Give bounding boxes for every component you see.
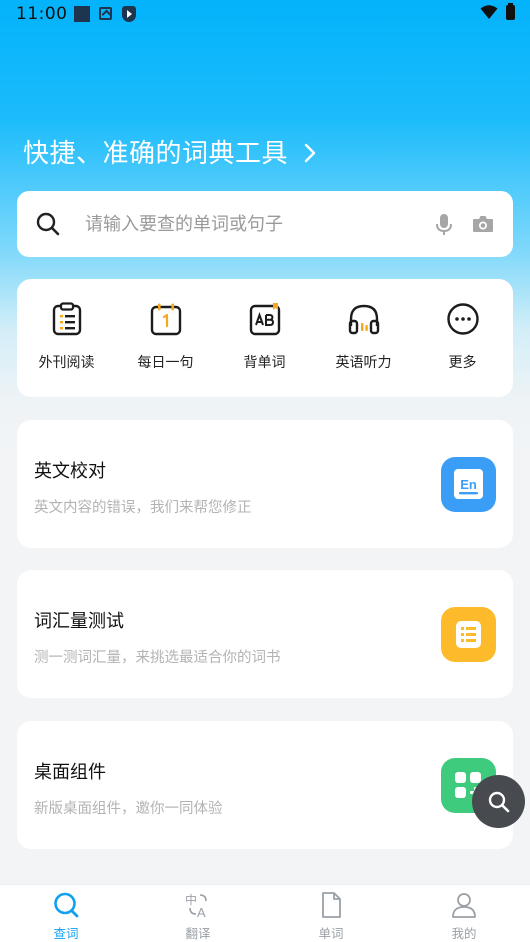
list-icon [441,607,496,662]
quick-action-listening[interactable]: 英语听力 [314,279,413,397]
microphone-icon[interactable] [434,213,454,237]
svg-text:A: A [197,905,206,919]
ab-card-icon [249,303,281,336]
feature-card-title: 桌面组件 [34,762,106,783]
quick-action-more[interactable]: 更多 [413,279,512,397]
wifi-icon [480,5,498,19]
quick-action-label: 每日一句 [137,355,194,371]
nav-tab-label: 单词 [318,926,344,941]
en-document-icon: En [441,457,496,512]
home-screen: 11:00 快捷、准确的词典工具 请输入要查的单词或句子 外刊阅读 每日一句 背… [0,0,530,942]
quick-action-vocabulary[interactable]: 背单词 [215,279,314,397]
nav-tab-label: 我的 [451,926,477,941]
nav-tab-words[interactable]: 单词 [265,885,397,942]
quick-action-label: 更多 [448,355,477,371]
svg-text:En: En [460,477,477,492]
nav-tab-lookup[interactable]: 查词 [0,885,132,942]
quick-action-daily-sentence[interactable]: 每日一句 [116,279,215,397]
notification-square-icon [74,6,90,22]
notification-play-icon [122,6,136,22]
camera-icon[interactable] [472,214,494,234]
feature-card-desktop-widget[interactable]: 桌面组件 新版桌面组件，邀你一同体验 [17,721,513,849]
status-bar: 11:00 [0,0,530,28]
status-time: 11:00 [16,4,68,24]
quick-action-label: 外刊阅读 [38,355,95,371]
notification-a-icon [99,7,112,20]
clipboard-list-icon [52,302,82,336]
battery-icon [506,3,515,20]
nav-tab-translate[interactable]: 中 A 翻译 [132,885,264,942]
nav-tab-profile[interactable]: 我的 [398,885,530,942]
nav-tab-label: 翻译 [185,926,211,941]
feature-card-vocabulary-test[interactable]: 词汇量测试 测一测词汇量，来挑选最适合你的词书 [17,570,513,698]
feature-card-subtitle: 测一测词汇量，来挑选最适合你的词书 [34,650,281,666]
floating-search-button[interactable] [472,775,525,828]
user-icon [452,893,476,918]
search-input[interactable] [85,191,425,257]
quick-actions-card: 外刊阅读 每日一句 背单词 英语听力 更多 [17,279,513,397]
chevron-right-icon [304,143,316,162]
svg-text:中: 中 [185,892,197,907]
headphones-icon [348,304,380,335]
search-icon [36,212,60,236]
bottom-navigation: 查词 中 A 翻译 单词 我的 [0,884,530,942]
feature-card-title: 英文校对 [34,461,106,482]
more-dots-icon [447,303,479,335]
document-icon [322,892,341,918]
feature-card-english-proofreading[interactable]: 英文校对 英文内容的错误，我们来帮您修正 En [17,420,513,548]
nav-tab-label: 查词 [53,926,79,941]
quick-action-label: 背单词 [243,355,286,371]
feature-card-subtitle: 英文内容的错误，我们来帮您修正 [34,500,252,516]
headline-link[interactable]: 快捷、准确的词典工具 [23,133,316,170]
headline-text: 快捷、准确的词典工具 [23,139,289,169]
translate-icon: 中 A [185,892,207,919]
quick-action-label: 英语听力 [335,355,392,371]
search-icon [54,892,79,918]
search-icon [488,791,509,812]
feature-card-title: 词汇量测试 [34,611,124,632]
quick-action-foreign-reading[interactable]: 外刊阅读 [17,279,116,397]
feature-card-subtitle: 新版桌面组件，邀你一同体验 [34,801,223,817]
calendar-icon [150,303,182,336]
